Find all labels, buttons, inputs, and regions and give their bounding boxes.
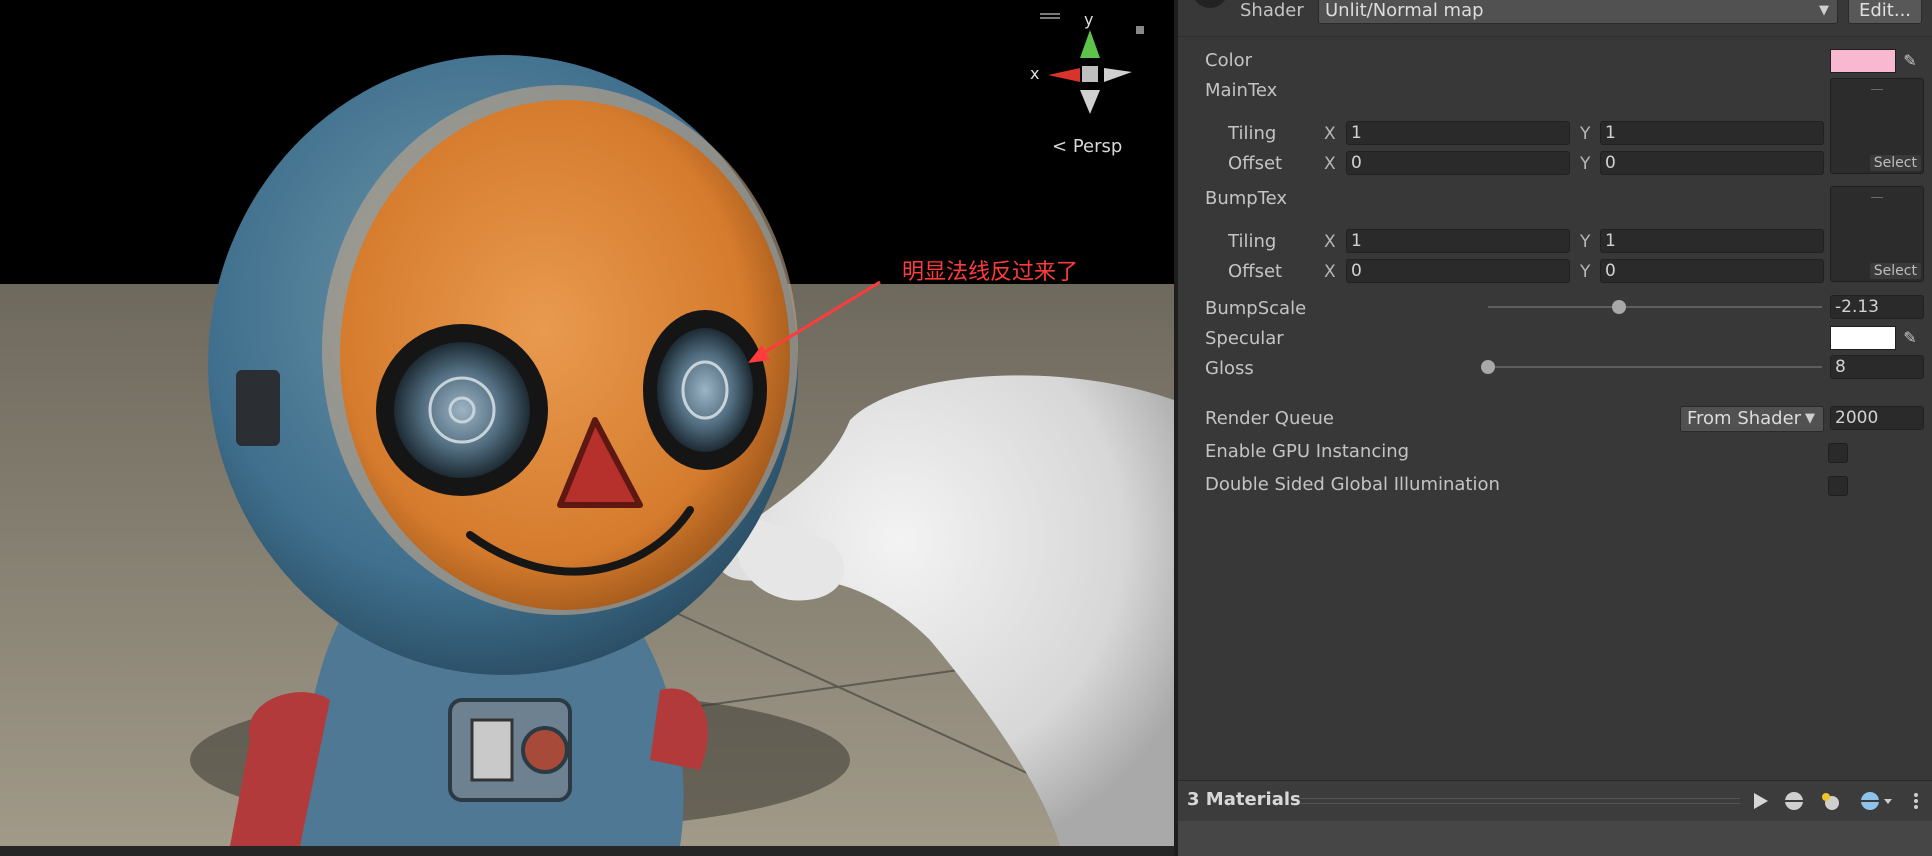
shader-label: Shader (1240, 0, 1304, 21)
axis-x-label: X (1324, 262, 1336, 282)
materials-count: 3 Materials (1187, 789, 1301, 810)
preview-toolbar: 3 Materials (1178, 780, 1932, 821)
maintex-label: MainTex (1205, 80, 1278, 101)
gloss-slider-handle[interactable] (1481, 360, 1495, 374)
bumptex-tiling-label: Tiling (1228, 231, 1277, 252)
bumpscale-field[interactable]: -2.13 (1830, 295, 1924, 319)
color-swatch[interactable] (1830, 49, 1896, 73)
gloss-field[interactable]: 8 (1830, 355, 1924, 379)
maintex-select-button[interactable]: Select (1869, 155, 1921, 171)
gloss-slider-track[interactable] (1488, 366, 1822, 368)
material-preview-icon (1192, 0, 1228, 8)
environment-icon[interactable] (1858, 789, 1898, 813)
gizmo-y-label: y (1084, 10, 1094, 29)
sphere-preview-icon[interactable] (1782, 789, 1806, 813)
shader-dropdown-value: Unlit/Normal map (1325, 0, 1484, 21)
render-queue-dropdown[interactable]: From Shader ▼ (1680, 406, 1824, 432)
material-inspector: Shader Unlit/Normal map ▼ Edit... Color … (1178, 0, 1932, 856)
bumpscale-label: BumpScale (1205, 298, 1307, 319)
maintex-offset-y-field[interactable]: 0 (1600, 151, 1824, 175)
annotation-text: 明显法线反过来了 (902, 260, 1079, 285)
render-queue-label: Render Queue (1205, 408, 1334, 429)
maintex-slot[interactable]: Select (1830, 78, 1924, 174)
axis-y-label: Y (1580, 124, 1591, 144)
render-queue-field[interactable]: 2000 (1830, 406, 1924, 430)
robot-helmet (208, 55, 798, 675)
bumptex-tiling-y-field[interactable]: 1 (1600, 229, 1824, 253)
maintex-tiling-label: Tiling (1228, 123, 1277, 144)
bumptex-tiling-x-field[interactable]: 1 (1346, 229, 1570, 253)
kebab-menu-icon[interactable] (1908, 789, 1924, 813)
bumptex-offset-label: Offset (1228, 261, 1283, 282)
eyedropper-icon[interactable]: ✎ (1898, 49, 1922, 73)
shader-dropdown[interactable]: Unlit/Normal map ▼ (1318, 0, 1838, 24)
scene-status-strip (0, 846, 1174, 856)
axis-x-label: X (1324, 154, 1336, 174)
scene-view[interactable]: 明显法线反过来了 y x < Persp (0, 0, 1174, 846)
specular-label: Specular (1205, 328, 1284, 349)
persp-label: Persp (1072, 136, 1123, 157)
bumpscale-slider-track[interactable] (1488, 306, 1822, 308)
light-icon[interactable] (1818, 789, 1842, 813)
axis-y-label: Y (1580, 232, 1591, 252)
chevron-down-icon: ▼ (1805, 411, 1815, 426)
view-gizmo[interactable]: y x (1028, 10, 1148, 120)
bumptex-offset-y-field[interactable]: 0 (1600, 259, 1824, 283)
gloss-label: Gloss (1205, 358, 1254, 379)
header-separator (1178, 36, 1932, 37)
bumptex-slot[interactable]: Select (1830, 186, 1924, 282)
render-queue-mode: From Shader (1687, 408, 1802, 429)
axis-x-label: X (1324, 124, 1336, 144)
gpu-instancing-label: Enable GPU Instancing (1205, 441, 1410, 462)
double-sided-gi-checkbox[interactable] (1828, 476, 1848, 496)
chevron-down-icon: ▼ (1819, 3, 1829, 18)
maintex-offset-label: Offset (1228, 153, 1283, 174)
persp-icon: < (1052, 136, 1068, 157)
bumptex-offset-x-field[interactable]: 0 (1346, 259, 1570, 283)
bumptex-select-button[interactable]: Select (1869, 263, 1921, 279)
double-sided-gi-label: Double Sided Global Illumination (1205, 474, 1500, 495)
maintex-tiling-x-field[interactable]: 1 (1346, 121, 1570, 145)
maintex-offset-x-field[interactable]: 0 (1346, 151, 1570, 175)
gizmo-x-label: x (1030, 64, 1040, 83)
axis-y-label: Y (1580, 154, 1591, 174)
bumpscale-slider-handle[interactable] (1612, 300, 1627, 314)
preview-area (1178, 821, 1932, 856)
bumptex-label: BumpTex (1205, 188, 1288, 209)
eyedropper-icon[interactable]: ✎ (1898, 326, 1922, 350)
specular-swatch[interactable] (1830, 326, 1896, 350)
axis-y-label: Y (1580, 262, 1591, 282)
color-label: Color (1205, 50, 1252, 71)
gpu-instancing-checkbox[interactable] (1828, 443, 1848, 463)
projection-toggle[interactable]: < Persp (1052, 136, 1122, 157)
preview-drag-bar[interactable] (1300, 798, 1740, 804)
scene-render (0, 0, 1174, 846)
play-icon[interactable] (1748, 789, 1772, 813)
maintex-tiling-y-field[interactable]: 1 (1600, 121, 1824, 145)
edit-shader-button[interactable]: Edit... (1848, 0, 1922, 24)
axis-x-label: X (1324, 232, 1336, 252)
